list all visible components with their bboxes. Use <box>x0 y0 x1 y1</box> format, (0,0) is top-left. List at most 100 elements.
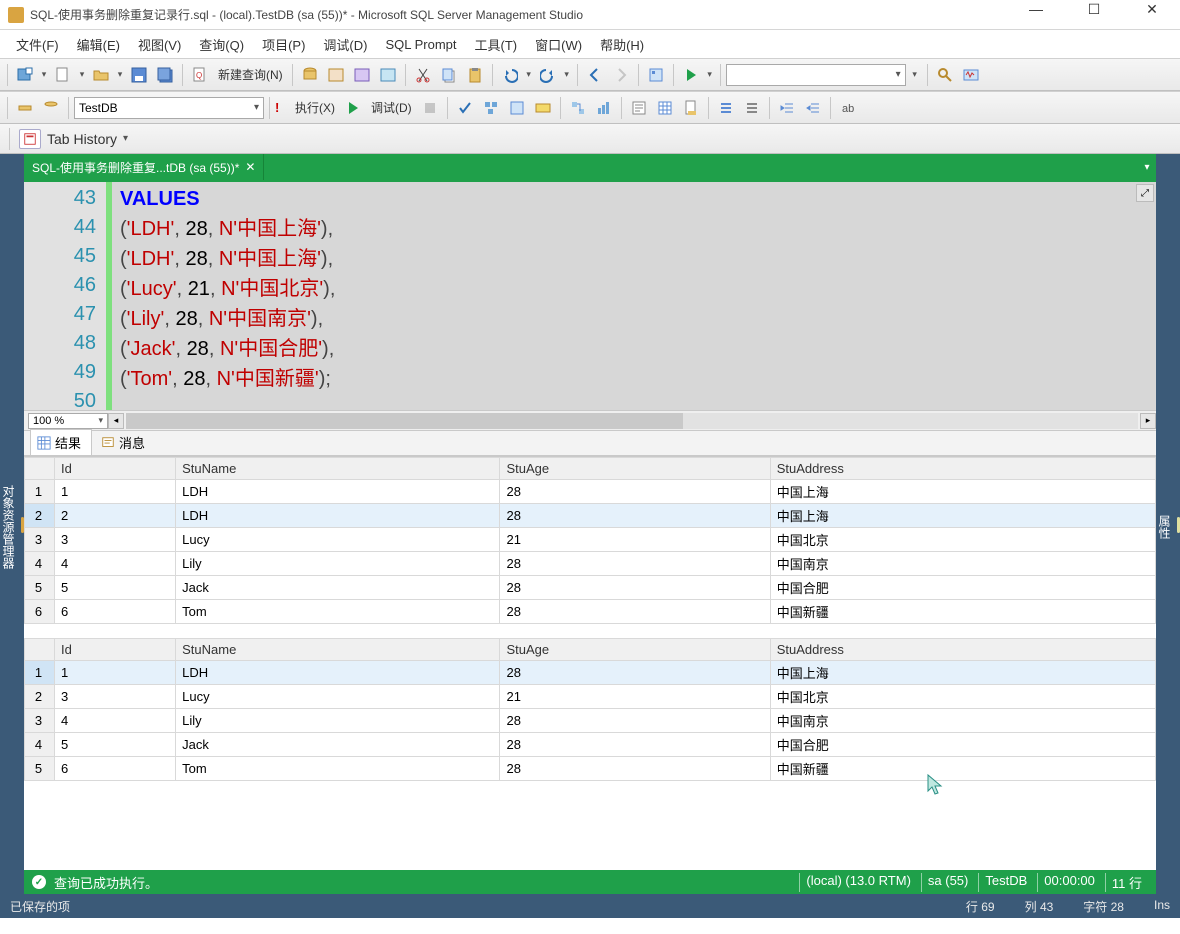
activity-monitor-icon[interactable] <box>959 63 983 87</box>
code-area[interactable]: VALUES ('LDH', 28, N'中国上海'), ('LDH', 28,… <box>112 182 1156 410</box>
table-row[interactable]: 11LDH28中国上海 <box>25 480 1156 504</box>
parse-icon[interactable] <box>453 96 477 120</box>
new-query-icon[interactable]: Q <box>188 63 212 87</box>
table-row[interactable]: 45Jack28中国合肥 <box>25 733 1156 757</box>
table-row[interactable]: 56Tom28中国新疆 <box>25 757 1156 781</box>
sql-editor[interactable]: 4344454647484950 VALUES ('LDH', 28, N'中国… <box>24 180 1156 410</box>
tab-history-bar: Tab History ▾ <box>0 124 1180 154</box>
properties-panel[interactable]: 属性 <box>1156 154 1180 894</box>
nav-back-icon[interactable] <box>583 63 607 87</box>
include-stats-icon[interactable] <box>592 96 616 120</box>
solution-config-combo[interactable] <box>726 64 906 86</box>
nav-forward-icon[interactable] <box>609 63 633 87</box>
document-tab-label: SQL-使用事务删除重复...tDB (sa (55))* <box>32 159 239 176</box>
db-engine-query-icon[interactable] <box>298 63 322 87</box>
query-options-icon[interactable] <box>505 96 529 120</box>
indent-icon[interactable] <box>775 96 799 120</box>
new-query-button[interactable]: 新建查询(N) <box>214 66 287 83</box>
debug-play-icon[interactable] <box>341 96 365 120</box>
table-row[interactable]: 34Lily28中国南京 <box>25 709 1156 733</box>
result-grid-2[interactable]: IdStuNameStuAgeStuAddress11LDH28中国上海23Lu… <box>24 638 1156 781</box>
results-to-file-icon[interactable] <box>679 96 703 120</box>
properties-icon[interactable] <box>644 63 668 87</box>
minimize-button[interactable]: — <box>1016 1 1056 29</box>
uncomment-icon[interactable] <box>740 96 764 120</box>
menu-调试(D)[interactable]: 调试(D) <box>315 32 375 57</box>
dropdown-icon[interactable]: ▾ <box>123 133 128 144</box>
redo-icon[interactable] <box>536 63 560 87</box>
cancel-query-icon[interactable] <box>418 96 442 120</box>
app-statusbar: 已保存的项 行 69 列 43 字符 28 Ins <box>0 894 1180 918</box>
dropdown-icon[interactable]: ▾ <box>39 69 49 80</box>
scroll-left-icon[interactable]: ◂ <box>108 413 124 429</box>
results-pane[interactable]: IdStuNameStuAgeStuAddress11LDH28中国上海22LD… <box>24 456 1156 870</box>
table-row[interactable]: 55Jack28中国合肥 <box>25 576 1156 600</box>
menu-帮助(H)[interactable]: 帮助(H) <box>592 32 652 57</box>
tab-messages[interactable]: 消息 <box>94 429 156 455</box>
table-row[interactable]: 23Lucy21中国北京 <box>25 685 1156 709</box>
table-row[interactable]: 11LDH28中国上海 <box>25 661 1156 685</box>
menu-编辑(E)[interactable]: 编辑(E) <box>69 32 128 57</box>
scroll-sync-icon[interactable]: ⤢ <box>1136 184 1154 202</box>
comment-icon[interactable] <box>714 96 738 120</box>
object-explorer-label: 对象资源管理器 <box>0 485 17 569</box>
tab-messages-label: 消息 <box>119 433 145 452</box>
intellisense-icon[interactable] <box>531 96 555 120</box>
execute-icon[interactable]: ! <box>275 96 289 120</box>
maximize-button[interactable]: ☐ <box>1074 1 1114 29</box>
change-connection-icon[interactable] <box>13 96 37 120</box>
paste-icon[interactable] <box>463 63 487 87</box>
menu-窗口(W)[interactable]: 窗口(W) <box>527 32 590 57</box>
table-row[interactable]: 66Tom28中国新疆 <box>25 600 1156 624</box>
save-all-icon[interactable] <box>153 63 177 87</box>
results-to-grid-icon[interactable] <box>653 96 677 120</box>
menubar: 文件(F)编辑(E)视图(V)查询(Q)项目(P)调试(D)SQL Prompt… <box>0 30 1180 58</box>
document-tab-active[interactable]: SQL-使用事务删除重复...tDB (sa (55))* ✕ <box>24 154 264 180</box>
menu-文件(F)[interactable]: 文件(F) <box>8 32 67 57</box>
find-icon[interactable] <box>933 63 957 87</box>
menu-项目(P)[interactable]: 项目(P) <box>254 32 313 57</box>
specify-values-icon[interactable]: ab <box>836 96 860 120</box>
tab-overflow-icon[interactable]: ▾ <box>1138 154 1156 180</box>
close-button[interactable]: ✕ <box>1132 1 1172 29</box>
database-combo[interactable]: TestDB <box>74 97 264 119</box>
include-plan-icon[interactable] <box>566 96 590 120</box>
results-to-text-icon[interactable] <box>627 96 651 120</box>
menu-查询(Q)[interactable]: 查询(Q) <box>191 32 252 57</box>
table-row[interactable]: 22LDH28中国上海 <box>25 504 1156 528</box>
table-row[interactable]: 33Lucy21中国北京 <box>25 528 1156 552</box>
close-tab-icon[interactable]: ✕ <box>245 160 255 174</box>
cut-icon[interactable] <box>411 63 435 87</box>
new-file-icon[interactable] <box>51 63 75 87</box>
mdx-query-icon[interactable] <box>324 63 348 87</box>
save-icon[interactable] <box>127 63 151 87</box>
result-grid-1[interactable]: IdStuNameStuAgeStuAddress11LDH28中国上海22LD… <box>24 457 1156 624</box>
menu-SQL Prompt[interactable]: SQL Prompt <box>377 34 464 55</box>
toolbar-main: ▾ ▾ ▾ Q 新建查询(N) ▾ ▾ ▾ ▾ <box>0 58 1180 91</box>
status-user: sa (55) <box>921 873 974 892</box>
menu-工具(T)[interactable]: 工具(T) <box>467 32 526 57</box>
menu-视图(V)[interactable]: 视图(V) <box>130 32 189 57</box>
tab-results[interactable]: 结果 <box>30 429 92 455</box>
tab-results-label: 结果 <box>55 433 81 452</box>
tab-history-icon[interactable] <box>19 129 41 149</box>
table-row[interactable]: 44Lily28中国南京 <box>25 552 1156 576</box>
status-ins: Ins <box>1154 898 1170 915</box>
open-icon[interactable] <box>89 63 113 87</box>
status-char: 字符 28 <box>1083 898 1124 915</box>
xmla-query-icon[interactable] <box>376 63 400 87</box>
execute-button[interactable]: 执行(X) <box>291 99 339 116</box>
object-explorer-panel[interactable]: 对象资源管理器 <box>0 154 24 894</box>
debug-button[interactable]: 调试(D) <box>367 99 416 116</box>
horizontal-scrollbar[interactable] <box>126 413 1138 429</box>
available-db-icon[interactable] <box>39 96 63 120</box>
outdent-icon[interactable] <box>801 96 825 120</box>
start-icon[interactable] <box>679 63 703 87</box>
tab-history-label[interactable]: Tab History <box>47 131 117 147</box>
scroll-right-icon[interactable]: ▸ <box>1140 413 1156 429</box>
undo-icon[interactable] <box>498 63 522 87</box>
new-project-icon[interactable] <box>13 63 37 87</box>
dmx-query-icon[interactable] <box>350 63 374 87</box>
copy-icon[interactable] <box>437 63 461 87</box>
estimated-plan-icon[interactable] <box>479 96 503 120</box>
